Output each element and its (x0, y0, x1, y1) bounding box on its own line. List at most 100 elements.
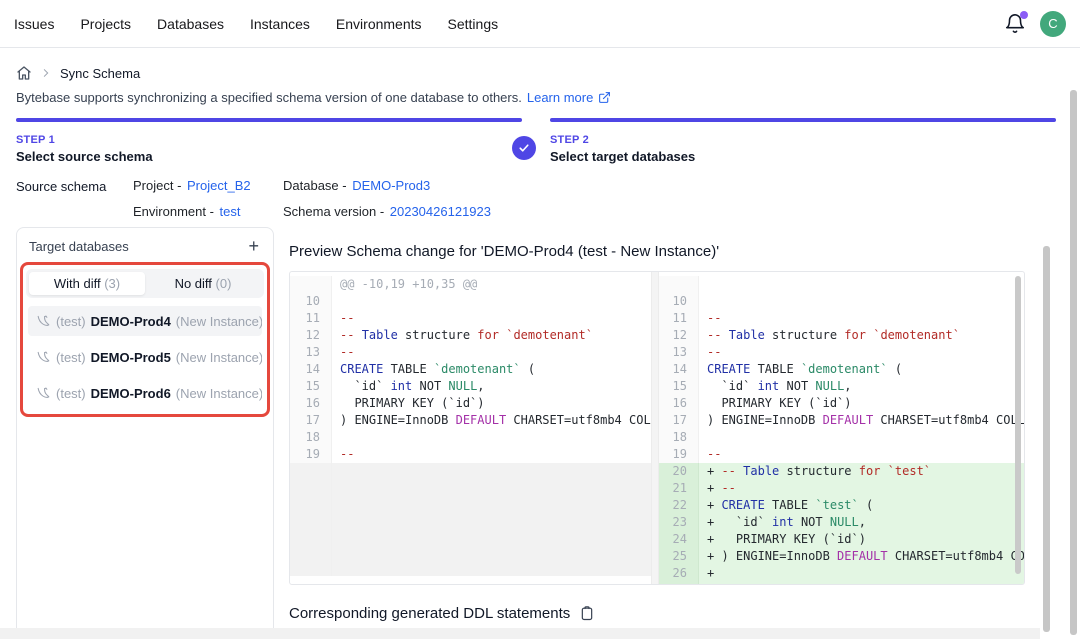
source-field-value-link[interactable]: Project_B2 (187, 178, 251, 193)
diff-editor-scrollbar[interactable] (1015, 276, 1021, 574)
line-number: 22 (659, 497, 699, 514)
learn-more-link[interactable]: Learn more (527, 90, 593, 105)
diff-highlight-box: With diff (3)No diff (0) (test)DEMO-Prod… (20, 262, 270, 417)
source-field-label: Environment - (133, 204, 218, 219)
diff-code-line: 11-- (290, 310, 651, 327)
diff-code-line: 15 `id` int NOT NULL, (290, 378, 651, 395)
step2-bar (550, 118, 1056, 122)
steps: STEP 1 Select source schema STEP 2 Selec… (16, 134, 1064, 164)
page-scrollbar[interactable] (1070, 90, 1077, 635)
source-field-value-link[interactable]: 20230426121923 (390, 204, 491, 219)
database-name: DEMO-Prod5 (91, 350, 171, 365)
external-link-icon[interactable] (598, 91, 611, 104)
notifications-button[interactable] (1004, 13, 1026, 35)
diff-code-line: 22+ CREATE TABLE `test` ( (659, 497, 1024, 514)
database-note: (New Instance) (176, 386, 262, 401)
step1-bar (16, 118, 522, 122)
add-target-database-button[interactable]: + (246, 238, 261, 254)
line-number: 16 (290, 395, 332, 412)
diff-code-line: 16 PRIMARY KEY (`id`) (290, 395, 651, 412)
line-content: `id` int NOT NULL, (332, 378, 651, 395)
source-field-value-link[interactable]: DEMO-Prod3 (352, 178, 430, 193)
target-databases-header: Target databases + (17, 228, 273, 260)
intro-description: Bytebase supports synchronizing a specif… (16, 90, 522, 105)
line-content: PRIMARY KEY (`id`) (332, 395, 651, 412)
source-schema-fields: Project - Project_B2Database - DEMO-Prod… (133, 178, 491, 219)
nav-item-environments[interactable]: Environments (336, 0, 422, 48)
line-number: 17 (659, 412, 699, 429)
preview-title: Preview Schema change for 'DEMO-Prod4 (t… (289, 243, 1025, 261)
diff-code-line: 18 (659, 429, 1024, 446)
diff-code-line: 21+ -- (659, 480, 1024, 497)
nav-item-databases[interactable]: Databases (157, 0, 224, 48)
database-name: DEMO-Prod6 (91, 386, 171, 401)
diff-code-line: 19-- (290, 446, 651, 463)
diff-code-line: 14CREATE TABLE `demotenant` ( (290, 361, 651, 378)
diff-code-line: 13-- (290, 344, 651, 361)
line-number: 13 (659, 344, 699, 361)
database-item-demo-prod6[interactable]: (test) DEMO-Prod6 (New Instance) (28, 378, 262, 408)
tab-with-diff[interactable]: With diff (3) (29, 272, 145, 295)
nav-item-issues[interactable]: Issues (14, 0, 54, 48)
step-progress-bars (16, 118, 1064, 122)
line-number: 23 (659, 514, 699, 531)
nav-item-settings[interactable]: Settings (448, 0, 499, 48)
line-number: 17 (290, 412, 332, 429)
line-number: 10 (290, 293, 332, 310)
step-2-label: STEP 2 (550, 134, 1056, 146)
line-number: 11 (290, 310, 332, 327)
diff-code-line: 10 (659, 293, 1024, 310)
line-content: -- Table structure for `demotenant` (332, 327, 651, 344)
source-field-label: Project - (133, 178, 185, 193)
diff-code-line: 13-- (659, 344, 1024, 361)
line-number: 10 (659, 293, 699, 310)
target-databases-title: Target databases (29, 239, 129, 254)
database-environment: (test) (56, 350, 86, 365)
tab-no-diff[interactable]: No diff (0) (145, 272, 261, 295)
line-content (699, 276, 1024, 293)
line-number: 18 (290, 429, 332, 446)
diff-code-line: 16 PRIMARY KEY (`id`) (659, 395, 1024, 412)
line-number: 25 (659, 548, 699, 565)
diff-pane-original[interactable]: @@ -10,19 +10,35 @@1011--12-- Table stru… (290, 272, 651, 584)
diff-code-line: 24+ PRIMARY KEY (`id`) (659, 531, 1024, 548)
source-field-project: Project - Project_B2 (133, 178, 283, 193)
diff-code-line: 10 (290, 293, 651, 310)
avatar[interactable]: C (1040, 11, 1066, 37)
sync-schema-page: Issues Projects Databases Instances Environm… (0, 0, 1080, 639)
horizontal-scrollbar-track[interactable] (0, 628, 1040, 639)
database-note: (New Instance) (176, 350, 262, 365)
line-number: 19 (290, 446, 332, 463)
top-navigation: Issues Projects Databases Instances Environm… (0, 0, 1080, 48)
database-name: DEMO-Prod4 (91, 314, 171, 329)
line-number: 13 (290, 344, 332, 361)
line-content: + -- (699, 582, 1024, 584)
diff-editor-sash[interactable] (651, 272, 659, 584)
diff-code-line: 20+ -- Table structure for `test` (659, 463, 1024, 480)
mysql-icon (36, 386, 51, 401)
source-field-database: Database - DEMO-Prod3 (283, 178, 491, 193)
nav-item-instances[interactable]: Instances (250, 0, 310, 48)
line-content: ) ENGINE=InnoDB DEFAULT CHARSET=utf8mb4 … (332, 412, 651, 429)
copy-ddl-button[interactable] (579, 605, 595, 622)
home-icon[interactable] (16, 65, 32, 81)
diff-pane-modified[interactable]: 1011--12-- Table structure for `demotena… (659, 272, 1024, 584)
database-item-demo-prod4[interactable]: (test)DEMO-Prod4(New Instance) (28, 306, 262, 336)
line-number: 15 (290, 378, 332, 395)
nav-item-projects[interactable]: Projects (80, 0, 131, 48)
step-2: STEP 2 Select target databases (550, 134, 1056, 164)
line-number: 21 (659, 480, 699, 497)
schema-diff-editor[interactable]: @@ -10,19 +10,35 @@1011--12-- Table stru… (289, 271, 1025, 585)
line-content: + (699, 565, 1024, 582)
content-scrollbar[interactable] (1043, 246, 1050, 632)
step-1: STEP 1 Select source schema (16, 134, 522, 164)
mysql-icon (36, 314, 51, 329)
target-database-list: (test)DEMO-Prod4(New Instance)(test)DEMO… (26, 306, 264, 408)
line-number: 27 (659, 582, 699, 584)
source-field-value-link[interactable]: test (220, 204, 241, 219)
database-environment: (test) (56, 386, 86, 401)
source-field-label: Schema version - (283, 204, 388, 219)
line-content (699, 429, 1024, 446)
diff-code-line: 11-- (659, 310, 1024, 327)
database-item-demo-prod5[interactable]: (test) DEMO-Prod5 (New Instance) (28, 342, 262, 372)
